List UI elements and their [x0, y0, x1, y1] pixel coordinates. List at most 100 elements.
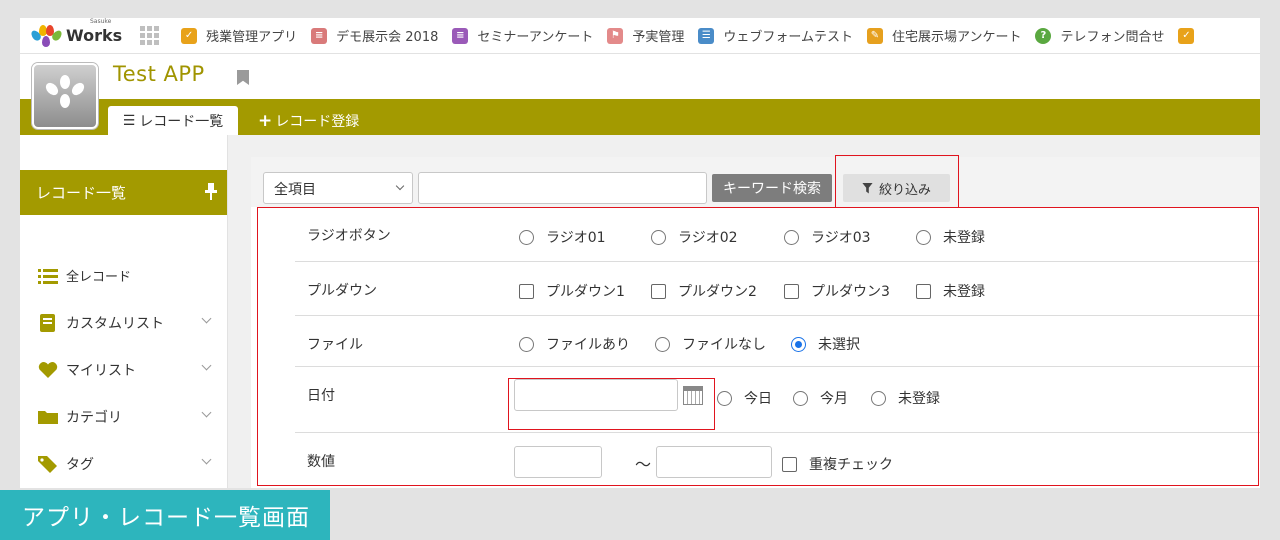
- app-link-demo-expo[interactable]: ≡ デモ展示会 2018: [311, 26, 438, 45]
- keyword-search-button[interactable]: キーワード検索: [712, 174, 832, 202]
- question-icon: ?: [1035, 27, 1052, 44]
- app-link-label: 予実管理: [632, 30, 685, 45]
- radio-option-selected[interactable]: 未選択: [791, 334, 860, 354]
- date-input[interactable]: [514, 379, 678, 411]
- list-icon: ☰: [122, 112, 136, 129]
- book-icon: [38, 314, 58, 332]
- radio-option[interactable]: ラジオ03: [784, 227, 871, 247]
- checkbox-option[interactable]: プルダウン3: [784, 281, 890, 301]
- option-label: 未登録: [943, 284, 985, 300]
- option-label: プルダウン2: [678, 284, 757, 300]
- app-link-seminar[interactable]: ≡ セミナーアンケート: [452, 26, 593, 45]
- radio-button[interactable]: [871, 390, 886, 406]
- checkbox-icon: ✓: [1178, 27, 1195, 44]
- checkbox[interactable]: [519, 283, 534, 299]
- filter-row-radio: ラジオボタン ラジオ01 ラジオ02 ラジオ03 未登録: [295, 207, 1260, 262]
- radio-button[interactable]: [519, 336, 534, 352]
- filter-label: ファイル: [307, 337, 363, 353]
- logo-sub-text: Sasuke: [90, 18, 112, 25]
- app-logo-icon: [45, 75, 85, 108]
- search-panel: 全項目 キーワード検索 絞り込み ラジオボタン ラジオ01 ラジオ02 ラジオ0…: [251, 157, 1260, 488]
- option-label: ラジオ02: [678, 230, 738, 246]
- sidebar-item-my-list[interactable]: マイリスト: [38, 360, 218, 380]
- filter-row-file: ファイル ファイルあり ファイルなし 未選択: [295, 316, 1260, 367]
- sidebar-header[interactable]: レコード一覧: [20, 170, 227, 215]
- number-max-input[interactable]: [656, 446, 772, 478]
- chevron-down-icon[interactable]: [201, 454, 212, 465]
- radio-option[interactable]: 未登録: [871, 388, 940, 408]
- screen-caption: アプリ・レコード一覧画面: [0, 490, 330, 540]
- calendar-icon[interactable]: [683, 386, 703, 405]
- radio-option[interactable]: 今日: [717, 388, 772, 408]
- app-icon: [32, 63, 98, 129]
- chevron-down-icon[interactable]: [201, 360, 212, 371]
- checkbox[interactable]: [916, 283, 931, 299]
- app-link-overtime[interactable]: ✓ 残業管理アプリ: [181, 26, 297, 45]
- filter-row-date: 日付 今日 今月 未登録: [295, 367, 1260, 433]
- radio-option[interactable]: ラジオ02: [651, 227, 738, 247]
- works-logo[interactable]: Sasuke Works: [29, 18, 122, 47]
- radio-option[interactable]: ファイルあり: [519, 334, 630, 354]
- sidebar-item-tag[interactable]: タグ: [38, 454, 218, 474]
- checkbox[interactable]: [651, 283, 666, 299]
- radio-button[interactable]: [717, 390, 732, 406]
- radio-option[interactable]: ラジオ01: [519, 227, 606, 247]
- chevron-down-icon[interactable]: [201, 313, 212, 324]
- checkbox-option[interactable]: プルダウン1: [519, 281, 625, 301]
- radio-button[interactable]: [916, 229, 931, 245]
- app-link-budget[interactable]: ⚑ 予実管理: [607, 26, 684, 45]
- app-link-housing[interactable]: ✎ 住宅展示場アンケート: [866, 26, 1022, 45]
- radio-button[interactable]: [651, 229, 666, 245]
- app-link-label: 残業管理アプリ: [206, 30, 298, 45]
- radio-button[interactable]: [519, 229, 534, 245]
- filter-button[interactable]: 絞り込み: [843, 174, 950, 202]
- radio-option[interactable]: 今月: [793, 388, 848, 408]
- app-link-label: 住宅展示場アンケート: [891, 30, 1022, 45]
- radio-button[interactable]: [655, 336, 670, 352]
- checkbox[interactable]: [784, 283, 799, 299]
- sidebar-item-label: 全レコード: [66, 270, 132, 285]
- chevron-down-icon[interactable]: [201, 407, 212, 418]
- radio-option[interactable]: ファイルなし: [655, 334, 766, 354]
- app-link-webform[interactable]: ☰ ウェブフォームテスト: [698, 26, 853, 45]
- radio-option[interactable]: 未登録: [916, 227, 985, 247]
- filter-label: 数値: [307, 454, 335, 470]
- sidebar-item-all-records[interactable]: 全レコード: [38, 266, 218, 285]
- plus-icon: +: [258, 110, 273, 131]
- duplicate-check-option[interactable]: 重複チェック: [782, 454, 893, 474]
- list-icon: ☰: [698, 27, 715, 44]
- app-link-label: ウェブフォームテスト: [723, 30, 853, 45]
- app-link-more[interactable]: ✓: [1178, 27, 1203, 44]
- keyword-input[interactable]: [418, 172, 707, 204]
- app-grid-icon[interactable]: [140, 26, 160, 45]
- checkbox-option[interactable]: 未登録: [916, 281, 985, 301]
- tab-label: レコード登録: [275, 113, 360, 130]
- tab-record-list[interactable]: ☰ レコード一覧: [108, 106, 238, 135]
- checkbox-option[interactable]: プルダウン2: [651, 281, 757, 301]
- option-label: ラジオ01: [546, 230, 606, 246]
- option-label: ラジオ03: [811, 230, 871, 246]
- radio-button[interactable]: [793, 390, 808, 406]
- bookmark-icon[interactable]: [237, 70, 249, 85]
- tab-record-register[interactable]: + レコード登録: [258, 106, 359, 135]
- sidebar-item-custom-list[interactable]: カスタムリスト: [38, 313, 218, 333]
- range-separator: 〜: [635, 455, 652, 474]
- option-label: 未登録: [898, 391, 940, 407]
- app-title: Test APP: [113, 62, 205, 86]
- sidebar-item-category[interactable]: カテゴリ: [38, 407, 218, 427]
- number-min-input[interactable]: [514, 446, 602, 478]
- tag-icon: [38, 455, 58, 473]
- field-select[interactable]: 全項目: [263, 172, 413, 204]
- heart-icon: [38, 361, 58, 379]
- funnel-icon: [861, 182, 873, 194]
- app-link-label: デモ展示会 2018: [336, 30, 439, 45]
- document-icon: ≡: [452, 27, 469, 44]
- option-label: 未選択: [818, 337, 860, 353]
- list-icon: [38, 267, 58, 285]
- app-link-telephone[interactable]: ? テレフォン問合せ: [1035, 26, 1164, 45]
- pin-icon[interactable]: [205, 183, 217, 201]
- checkbox[interactable]: [782, 456, 797, 472]
- radio-button-selected[interactable]: [791, 336, 806, 352]
- radio-button[interactable]: [784, 229, 799, 245]
- sidebar-item-label: タグ: [66, 457, 94, 473]
